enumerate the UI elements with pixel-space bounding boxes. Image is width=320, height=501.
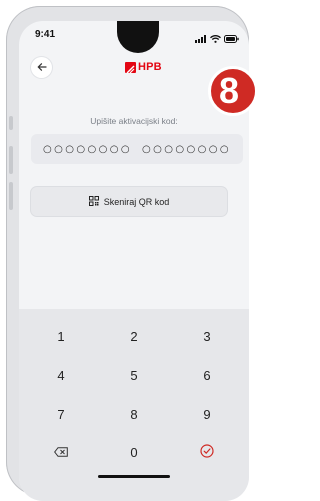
notch	[117, 21, 159, 53]
arrow-left-icon	[36, 60, 47, 75]
confirm-key[interactable]	[177, 437, 237, 467]
key-4[interactable]: 4	[31, 360, 91, 390]
key-6[interactable]: 6	[177, 360, 237, 390]
back-button[interactable]	[31, 57, 52, 78]
status-bar: 9:41	[19, 21, 249, 53]
signal-icon	[195, 30, 207, 48]
side-button	[9, 146, 13, 174]
numeric-keypad: 1 2 3 4 5 6 7 8 9 0	[19, 309, 249, 501]
check-circle-icon	[200, 443, 214, 461]
code-group-2: ○○○○○○○○	[142, 143, 232, 155]
qr-code-icon	[88, 195, 99, 208]
scan-qr-label: Skeniraj QR kod	[103, 196, 170, 207]
scan-qr-button[interactable]: Skeniraj QR kod	[31, 187, 227, 216]
key-2[interactable]: 2	[104, 321, 164, 351]
home-indicator[interactable]	[98, 475, 170, 478]
status-time: 9:41	[35, 29, 56, 40]
step-badge: 8	[208, 66, 258, 116]
key-3[interactable]: 3	[177, 321, 237, 351]
delete-key[interactable]	[31, 437, 91, 467]
key-9[interactable]: 9	[177, 399, 237, 429]
key-1[interactable]: 1	[31, 321, 91, 351]
side-button	[9, 116, 13, 130]
logo-mark-icon	[125, 61, 136, 73]
key-7[interactable]: 7	[31, 399, 91, 429]
status-icons	[195, 30, 239, 48]
backspace-icon	[54, 445, 68, 460]
battery-icon	[224, 30, 239, 48]
code-group-1: ○○○○○○○○	[42, 143, 132, 155]
wifi-icon	[210, 30, 221, 48]
key-5[interactable]: 5	[104, 360, 164, 390]
key-0[interactable]: 0	[104, 437, 164, 467]
logo-text: HPB	[138, 61, 162, 73]
key-8[interactable]: 8	[104, 399, 164, 429]
code-prompt: Upišite aktivacijski kod:	[90, 116, 178, 126]
brand-logo: HPB	[125, 61, 162, 73]
activation-code-input[interactable]: ○○○○○○○○ ○○○○○○○○	[31, 134, 243, 164]
side-button	[9, 182, 13, 210]
